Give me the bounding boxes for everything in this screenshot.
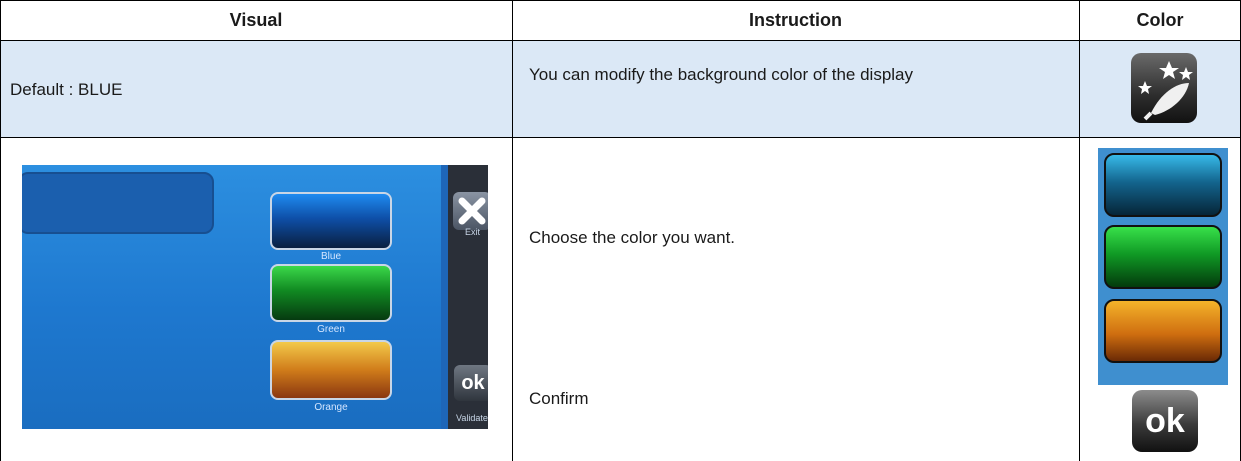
ok-button[interactable]: ok bbox=[1132, 390, 1198, 452]
screen-validate-label: Validate bbox=[456, 413, 488, 423]
screen-green-button[interactable] bbox=[270, 264, 392, 322]
color-palette bbox=[1098, 148, 1228, 385]
instruction-table: Visual Instruction Color Default : BLUE … bbox=[0, 0, 1241, 461]
header-visual: Visual bbox=[229, 10, 283, 30]
screen-blue-button[interactable] bbox=[270, 192, 392, 250]
device-screenshot: Blue Green Orange Exit ok Validate bbox=[22, 165, 488, 429]
instruction-choose-text: Choose the color you want. bbox=[529, 228, 736, 247]
divider bbox=[0, 40, 1241, 41]
close-icon bbox=[458, 197, 486, 225]
header-color: Color bbox=[1136, 10, 1184, 30]
divider bbox=[0, 0, 1241, 1]
blue-color-button[interactable] bbox=[1104, 153, 1222, 217]
screen-green-label: Green bbox=[317, 324, 345, 335]
divider bbox=[512, 0, 513, 461]
instruction-modify-text: You can modify the background color of t… bbox=[529, 65, 914, 84]
screen-exit-label: Exit bbox=[465, 227, 481, 237]
orange-color-button[interactable] bbox=[1104, 299, 1222, 363]
screen-display-panel bbox=[22, 172, 214, 234]
header-instruction: Instruction bbox=[749, 10, 842, 30]
screen-orange-label: Orange bbox=[314, 402, 348, 413]
visual-default-text: Default : BLUE bbox=[10, 80, 123, 99]
divider bbox=[1079, 0, 1080, 461]
divider bbox=[0, 0, 1, 461]
divider bbox=[0, 137, 1241, 138]
green-color-button[interactable] bbox=[1104, 225, 1222, 289]
screen-orange-button[interactable] bbox=[270, 340, 392, 400]
background-color-icon bbox=[1131, 53, 1197, 123]
instruction-confirm-text: Confirm bbox=[529, 389, 589, 408]
screen-exit-button[interactable] bbox=[453, 192, 488, 230]
screen-validate-button[interactable]: ok bbox=[454, 365, 488, 401]
screen-blue-label: Blue bbox=[320, 251, 341, 262]
